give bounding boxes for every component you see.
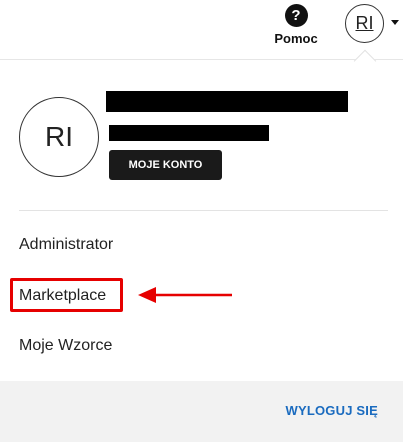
menu-divider: [19, 210, 388, 211]
redacted-user-name: [106, 91, 348, 112]
menu-item-my-templates[interactable]: Moje Wzorce: [19, 337, 112, 355]
caret-down-icon[interactable]: [391, 20, 399, 25]
user-dropdown-panel: RI MOJE KONTO Administrator Marketplace …: [0, 61, 403, 442]
profile-avatar: RI: [19, 97, 99, 177]
dropdown-footer: WYLOGUJ SIĘ: [0, 381, 403, 442]
top-header: ? Pomoc RI: [0, 0, 403, 60]
annotation-highlight-box: [10, 278, 123, 312]
page: ? Pomoc RI RI MOJE KONTO Administrator M…: [0, 0, 403, 442]
redacted-user-email: [109, 125, 269, 141]
logout-link[interactable]: WYLOGUJ SIĘ: [286, 403, 379, 418]
help-circle-icon: ?: [284, 4, 308, 27]
arrow-left-icon: [138, 287, 232, 303]
help-icon-glyph: ?: [291, 7, 301, 24]
my-account-button[interactable]: MOJE KONTO: [109, 150, 222, 180]
user-avatar-button[interactable]: RI: [345, 4, 384, 43]
help-label: Pomoc: [274, 31, 318, 46]
menu-item-administrator[interactable]: Administrator: [19, 236, 113, 254]
help-button[interactable]: ? Pomoc: [270, 3, 322, 49]
